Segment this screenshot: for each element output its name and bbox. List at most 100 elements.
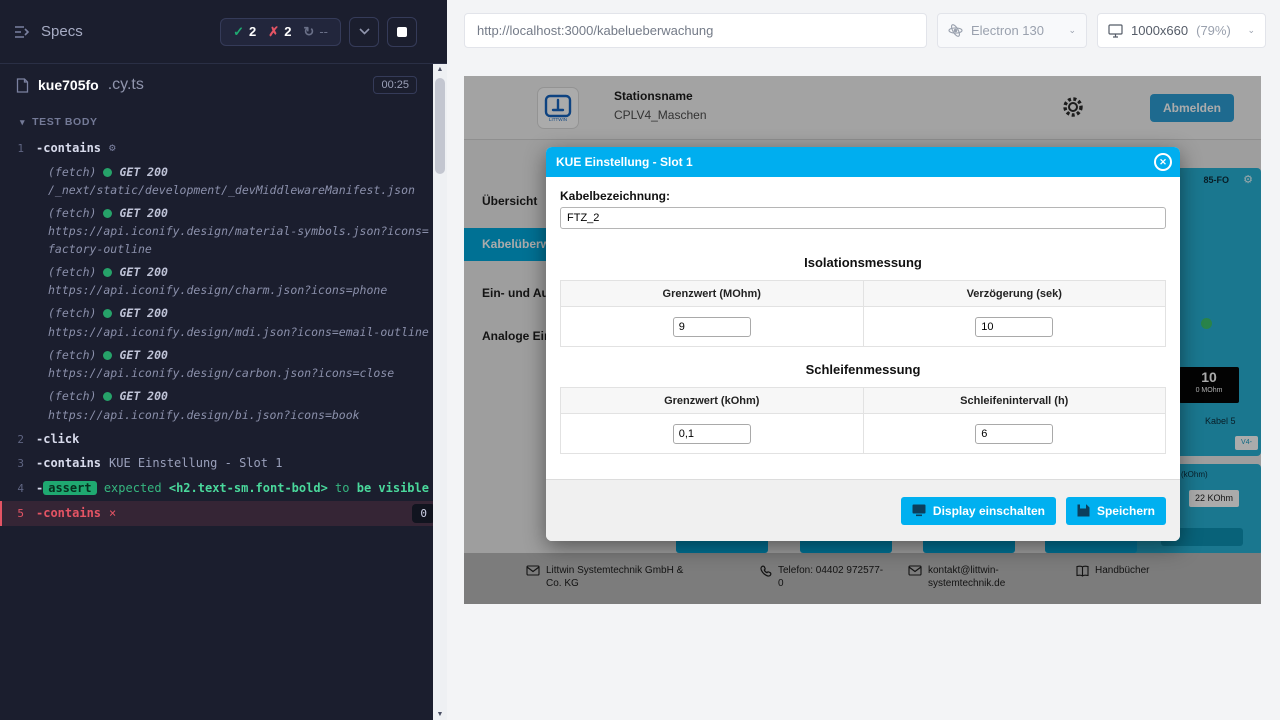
command-row-contains-2[interactable]: 3 -contains KUE Einstellung - Slot 1 xyxy=(0,451,447,476)
fetch-tag: (fetch) xyxy=(48,347,96,364)
command-row-contains-failed[interactable]: 5 -contains × 0 xyxy=(0,501,447,526)
specs-label: Specs xyxy=(41,23,83,40)
check-icon: ✓ xyxy=(233,24,244,40)
command-row-contains-1[interactable]: 1 -contains ⚙ xyxy=(0,136,447,161)
status-dot-icon xyxy=(103,309,112,318)
scroll-down-icon[interactable]: ▼ xyxy=(433,711,447,718)
modal-title: KUE Einstellung - Slot 1 xyxy=(556,155,693,169)
fetch-status: GET 200 xyxy=(119,388,167,405)
fetch-tag: (fetch) xyxy=(48,264,96,281)
spec-name: kue705fo xyxy=(38,77,99,93)
command-name: -contains xyxy=(36,504,101,523)
loop-limit-input[interactable] xyxy=(673,424,751,444)
command-name: -contains xyxy=(36,454,101,473)
fetch-log[interactable]: (fetch) GET 200 https://api.iconify.desi… xyxy=(0,261,447,303)
column-header: Schleifenintervall (h) xyxy=(863,388,1166,414)
isolation-delay-input[interactable] xyxy=(975,317,1053,337)
fetch-url: https://api.iconify.design/charm.json?ic… xyxy=(48,282,433,299)
cable-name-label: Kabelbezeichnung: xyxy=(560,189,1166,203)
spec-timer: 00:25 xyxy=(373,76,417,94)
viewport-zoom: (79%) xyxy=(1196,23,1231,38)
fetch-tag: (fetch) xyxy=(48,388,96,405)
command-name: -contains xyxy=(36,139,101,158)
modal-footer: Display einschalten Speichern xyxy=(546,479,1180,541)
refresh-icon: ↻ xyxy=(303,24,314,40)
column-header: Grenzwert (kOhm) xyxy=(561,388,864,414)
fetch-url: /_next/static/development/_devMiddleware… xyxy=(48,182,433,199)
assert-text: to xyxy=(335,481,349,495)
assert-badge: assert xyxy=(43,481,96,495)
test-stats: ✓ 2 ✗ 2 ↻ -- xyxy=(220,18,341,46)
monitor-icon xyxy=(1108,24,1123,38)
stat-pending: ↻ -- xyxy=(303,24,328,40)
viewport-select[interactable]: 1000x660 (79%) ⌄ xyxy=(1097,13,1266,48)
fetch-log[interactable]: (fetch) GET 200 /_next/static/developmen… xyxy=(0,161,447,203)
fetch-url: https://api.iconify.design/bi.json?icons… xyxy=(48,407,433,424)
status-dot-icon xyxy=(103,209,112,218)
fetch-log[interactable]: (fetch) GET 200 https://api.iconify.desi… xyxy=(0,202,447,261)
column-header: Verzögerung (sek) xyxy=(863,281,1166,307)
line-number: 2 xyxy=(0,430,36,449)
fetch-log[interactable]: (fetch) GET 200 https://api.iconify.desi… xyxy=(0,344,447,386)
stop-icon xyxy=(397,27,407,37)
display-icon xyxy=(912,504,926,517)
stat-passed: ✓ 2 xyxy=(233,24,256,40)
chevron-down-icon: ⌄ xyxy=(1247,25,1255,36)
spec-extension: .cy.ts xyxy=(108,76,144,94)
document-icon xyxy=(16,78,29,93)
browser-select[interactable]: Electron 130 ⌄ xyxy=(937,13,1087,48)
viewport-size: 1000x660 xyxy=(1131,23,1188,38)
fetch-log[interactable]: (fetch) GET 200 https://api.iconify.desi… xyxy=(0,385,447,427)
caret-down-icon: ▾ xyxy=(20,117,25,128)
reporter-scrollbar[interactable]: ▲ ▼ xyxy=(433,64,447,720)
command-name: -click xyxy=(36,430,79,449)
fetch-log[interactable]: (fetch) GET 200 https://api.iconify.desi… xyxy=(0,302,447,344)
collapse-button[interactable] xyxy=(349,17,379,47)
scroll-up-icon[interactable]: ▲ xyxy=(433,66,447,73)
fetch-url: https://api.iconify.design/mdi.json?icon… xyxy=(48,324,433,341)
fetch-tag: (fetch) xyxy=(48,164,96,181)
gear-icon: ⚙ xyxy=(109,139,116,156)
isolation-limit-input[interactable] xyxy=(673,317,751,337)
stop-button[interactable] xyxy=(387,17,417,47)
browser-label: Electron 130 xyxy=(971,23,1044,38)
display-on-button[interactable]: Display einschalten xyxy=(901,497,1056,525)
reporter-header: Specs ✓ 2 ✗ 2 ↻ -- xyxy=(0,0,447,64)
chevron-down-icon: ⌄ xyxy=(1068,25,1076,36)
command-row-click[interactable]: 2 -click xyxy=(0,427,447,452)
close-icon[interactable]: ✕ xyxy=(1154,153,1172,171)
loop-interval-input[interactable] xyxy=(975,424,1053,444)
aut-panel: Electron 130 ⌄ 1000x660 (79%) ⌄ LITTWIN … xyxy=(447,0,1280,720)
failure-x-icon: × xyxy=(109,504,116,523)
fetch-status: GET 200 xyxy=(119,305,167,322)
fetch-tag: (fetch) xyxy=(48,305,96,322)
assert-text: expected xyxy=(104,481,162,495)
x-icon: ✗ xyxy=(268,24,279,40)
scrollbar-thumb[interactable] xyxy=(435,78,445,174)
isolation-table: Grenzwert (MOhm) Verzögerung (sek) xyxy=(560,280,1166,347)
modal-header: KUE Einstellung - Slot 1 ✕ xyxy=(546,147,1180,177)
status-dot-icon xyxy=(103,268,112,277)
line-number: 1 xyxy=(0,139,36,158)
cable-name-input[interactable] xyxy=(560,207,1166,229)
spec-file-row[interactable]: kue705fo .cy.ts 00:25 xyxy=(0,64,447,106)
status-dot-icon xyxy=(103,392,112,401)
specs-menu-icon xyxy=(14,25,31,39)
command-row-assert[interactable]: 4 -assert expected <h2.text-sm.font-bold… xyxy=(0,476,447,501)
test-body-label: TEST BODY xyxy=(32,116,98,128)
fetch-url: https://api.iconify.design/carbon.json?i… xyxy=(48,365,433,382)
line-number: 3 xyxy=(0,454,36,473)
test-body-section[interactable]: ▾ TEST BODY xyxy=(0,106,447,136)
command-argument: KUE Einstellung - Slot 1 xyxy=(109,454,282,473)
kue-settings-modal: KUE Einstellung - Slot 1 ✕ Kabelbezeichn… xyxy=(546,147,1180,541)
isolation-section-title: Isolationsmessung xyxy=(560,255,1166,270)
save-button[interactable]: Speichern xyxy=(1066,497,1166,525)
fetch-status: GET 200 xyxy=(119,347,167,364)
line-number: 4 xyxy=(0,479,36,498)
stat-failed: ✗ 2 xyxy=(268,24,291,40)
url-input[interactable] xyxy=(464,13,927,48)
chevron-down-icon xyxy=(359,28,370,35)
loop-section-title: Schleifenmessung xyxy=(560,362,1166,377)
assert-text-strong: be visible xyxy=(357,481,429,495)
specs-toggle[interactable]: Specs xyxy=(14,23,83,40)
